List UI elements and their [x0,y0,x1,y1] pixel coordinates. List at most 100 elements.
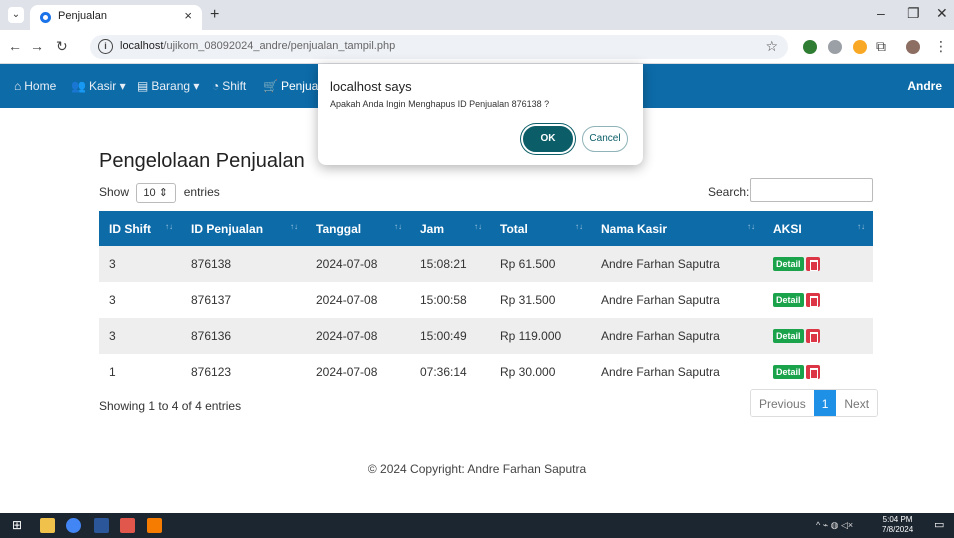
delete-trash-icon[interactable] [805,329,820,344]
col-nama-kasir[interactable]: Nama Kasir ↑↓ [591,211,763,246]
pagination-previous[interactable]: Previous [751,390,814,416]
home-icon: ⌂ [14,79,22,93]
cell-jam: 15:00:49 [420,329,467,343]
tab-search-icon[interactable]: ⌄ [8,7,24,23]
col-id-penjualan[interactable]: ID Penjualan ↑↓ [181,211,306,246]
notification-icon[interactable]: ▭ [934,518,948,532]
sort-icon: ↑↓ [474,222,482,231]
dialog-message: Apakah Anda Ingin Menghapus ID Penjualan… [330,99,550,109]
minimize-icon[interactable]: – [877,5,885,21]
extension-icon-2[interactable] [853,40,867,54]
col-tanggal[interactable]: Tanggal ↑↓ [306,211,410,246]
cell-aksi: Detail [763,354,873,390]
word-icon[interactable] [94,518,109,533]
cart-icon: 🛒 [263,79,278,93]
sales-table: ID Shift ↑↓ ID Penjualan ↑↓ Tanggal ↑↓ Jam ↑… [99,211,873,390]
window-close-icon[interactable]: ✕ [936,5,948,22]
cell-kasir: Andre Farhan Saputra [601,257,720,271]
nav-home[interactable]: ⌂ Home [14,79,56,93]
cell-id-penjualan: 876138 [191,257,232,271]
cell-total: Rp 119.000 [500,329,562,343]
browser-menu-icon[interactable]: ⋮ [934,38,948,55]
cell-total: Rp 31.500 [500,293,556,307]
cell-total: Rp 61.500 [500,257,556,271]
file-explorer-icon[interactable] [40,518,55,533]
reload-icon[interactable]: ↻ [56,38,68,55]
table-header-row: ID Shift ↑↓ ID Penjualan ↑↓ Tanggal ↑↓ Jam ↑… [99,211,873,246]
detail-button[interactable]: Detail [773,329,804,344]
delete-trash-icon[interactable] [805,257,820,272]
sort-icon: ↑↓ [575,222,583,231]
nav-kasir[interactable]: 👥 Kasir ▾ [71,79,126,93]
nav-shift[interactable]: ◔ Shift [212,79,246,93]
col-aksi[interactable]: AKSI ↑↓ [763,211,873,246]
cell-id-shift: 3 [109,329,116,343]
system-tray-icons[interactable]: ^ ⌁ ◍ ◁× [816,520,853,531]
extensions-puzzle-icon[interactable]: ⧉ [876,38,886,55]
camera-extension-icon[interactable] [828,40,842,54]
restore-icon[interactable]: ❐ [907,5,920,22]
table-row: 1 876123 2024-07-08 07:36:14 Rp 30.000 A… [99,354,873,390]
col-id-shift[interactable]: ID Shift ↑↓ [99,211,181,246]
pagination: Previous 1 Next [750,389,879,417]
delete-trash-icon[interactable] [805,293,820,308]
delete-trash-icon[interactable] [805,365,820,380]
detail-button[interactable]: Detail [773,365,804,380]
site-info-icon[interactable]: i [98,39,113,54]
cell-id-shift: 3 [109,257,116,271]
windows-start-icon[interactable]: ⊞ [12,518,27,533]
cell-total: Rp 30.000 [500,365,556,379]
col-total[interactable]: Total ↑↓ [490,211,591,246]
cell-kasir: Andre Farhan Saputra [601,293,720,307]
chrome-icon[interactable] [66,518,81,533]
cell-id-shift: 1 [109,365,116,379]
dialog-ok-button[interactable]: OK [523,126,573,152]
sort-icon: ↑↓ [165,222,173,231]
back-icon[interactable]: ← [8,38,22,54]
confirm-dialog: localhost says Apakah Anda Ingin Menghap… [318,64,643,165]
cell-id-penjualan: 876123 [191,365,232,379]
nav-barang[interactable]: ▤ Barang ▾ [137,79,199,93]
browser-tab[interactable]: Penjualan × [30,5,202,30]
cell-tanggal: 2024-07-08 [316,365,378,379]
table-row: 3 876138 2024-07-08 15:08:21 Rp 61.500 A… [99,246,873,282]
cell-id-penjualan: 876137 [191,293,232,307]
search-input[interactable] [750,178,873,202]
xampp-icon[interactable] [147,518,162,533]
cell-tanggal: 2024-07-08 [316,293,378,307]
detail-button[interactable]: Detail [773,293,804,308]
cell-jam: 15:00:58 [420,293,467,307]
entries-label: entries [183,185,220,200]
browser-toolbar: ← → ↻ i localhost/ujikom_08092024_andre/… [0,30,954,64]
dialog-cancel-button[interactable]: Cancel [582,126,628,152]
profile-avatar[interactable] [906,40,920,54]
nav-user[interactable]: Andre [907,79,942,93]
cell-jam: 07:36:14 [420,365,467,379]
col-jam[interactable]: Jam ↑↓ [410,211,490,246]
entries-length-control: Show 10 ⇕ entries [99,183,220,203]
caret-down-icon: ▾ [193,79,200,93]
pagination-page-1[interactable]: 1 [813,390,837,416]
taskbar-clock[interactable]: 5:04 PM 7/8/2024 [882,515,913,535]
cell-kasir: Andre Farhan Saputra [601,365,720,379]
cell-tanggal: 2024-07-08 [316,329,378,343]
address-bar[interactable]: i localhost/ujikom_08092024_andre/penjua… [90,35,788,59]
dialog-title: localhost says [330,79,412,94]
bookmark-star-icon[interactable]: ☆ [765,38,778,55]
entries-select[interactable]: 10 ⇕ [136,183,177,203]
table-row: 3 876137 2024-07-08 15:00:58 Rp 31.500 A… [99,282,873,318]
cell-aksi: Detail [763,246,873,282]
cell-tanggal: 2024-07-08 [316,257,378,271]
tab-close-icon[interactable]: × [184,8,192,23]
extension-icon[interactable] [803,40,817,54]
app-icon[interactable] [120,518,135,533]
sort-icon: ↑↓ [747,222,755,231]
pagination-next[interactable]: Next [836,390,878,416]
table-info: Showing 1 to 4 of 4 entries [99,399,242,413]
detail-button[interactable]: Detail [773,257,804,272]
forward-icon[interactable]: → [30,38,44,54]
new-tab-icon[interactable]: + [210,6,219,24]
page-title: Pengelolaan Penjualan [99,150,305,172]
cell-aksi: Detail [763,318,873,354]
sort-icon: ↑↓ [857,222,865,231]
